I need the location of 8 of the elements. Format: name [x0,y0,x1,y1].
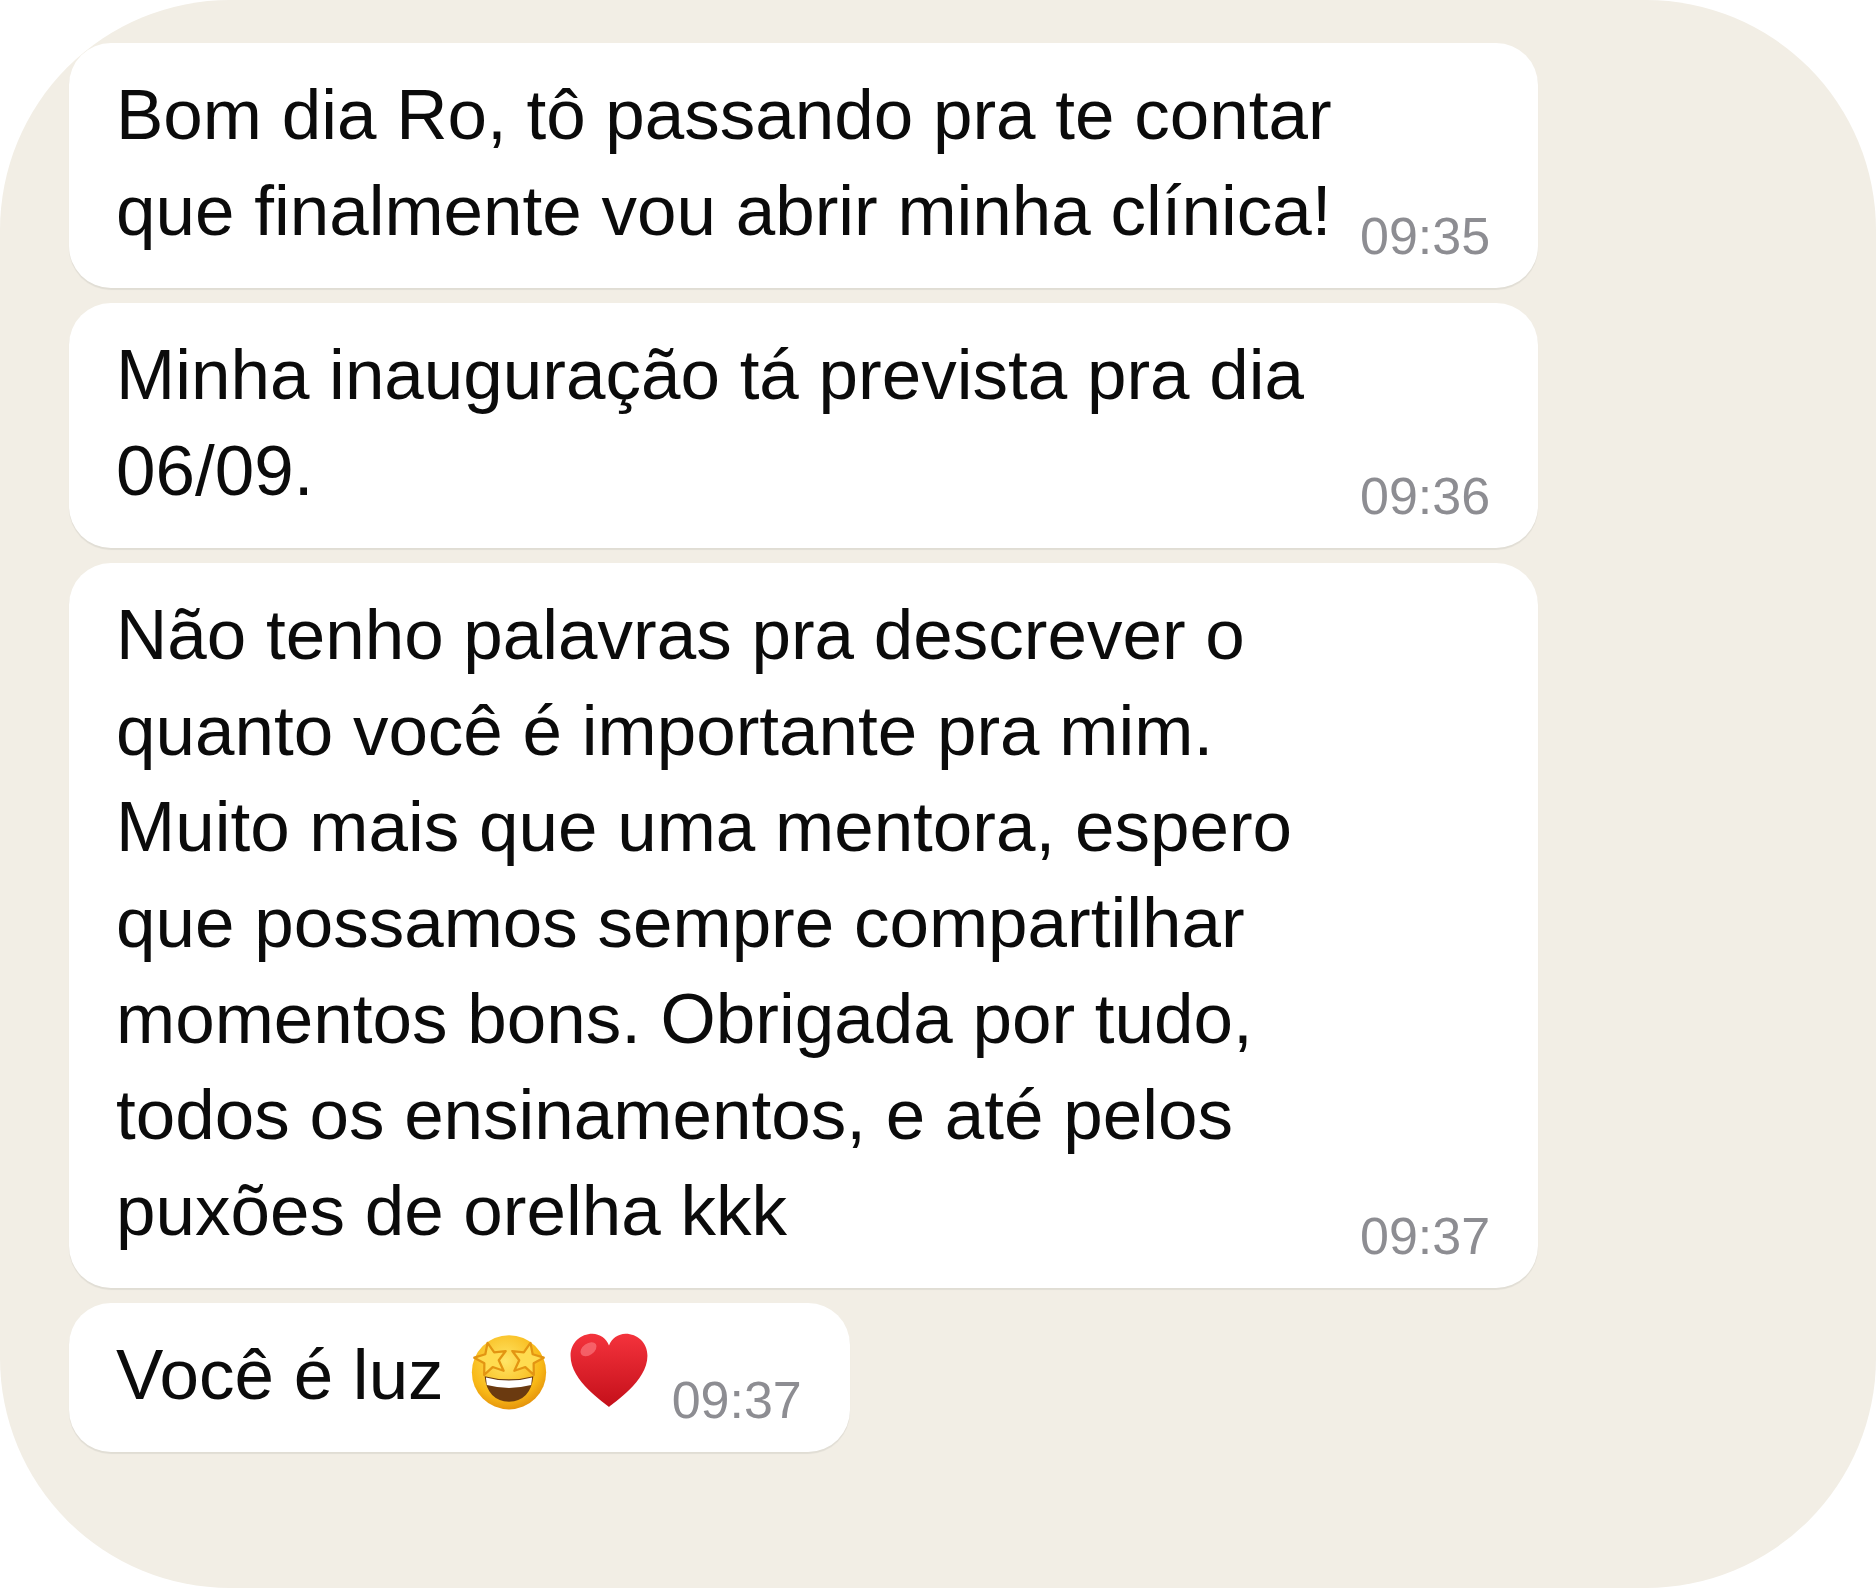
message-text: Não tenho palavras pra descrever o quanto você é importante pra mim. Muito mais que uma mentora, espero que possamos sempre compartilhar momentos bons. Obrigada por tudo, todos os ensinamentos, e até pelos puxões de orelha kkk [116,595,1292,1250]
message-text: Você é luz [116,1335,444,1414]
message-text: Bom dia Ro, tô passando pra te contar que finalmente vou abrir minha clínica! [116,75,1332,250]
message-time: 09:35 [1360,208,1491,264]
message-time: 09:36 [1360,468,1491,524]
message-time: 09:37 [671,1372,802,1428]
message-text: Minha inauguração tá prevista pra dia 06/09. [116,335,1304,510]
message-time: 09:37 [1360,1208,1491,1264]
